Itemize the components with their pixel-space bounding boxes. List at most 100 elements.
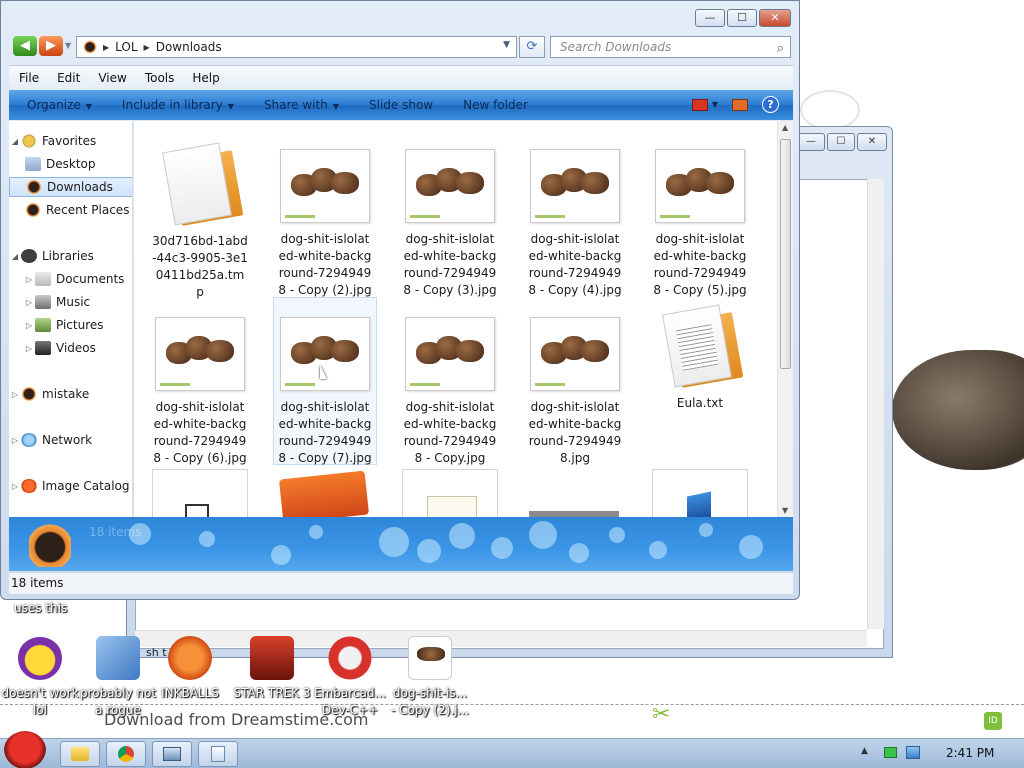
slide-show-button[interactable]: Slide show [369, 98, 433, 112]
file-item[interactable]: dog-shit-islolated-white-background-7294… [398, 141, 502, 309]
expand-icon[interactable]: ◢ [9, 252, 21, 261]
expand-icon[interactable]: ◢ [9, 137, 21, 146]
file-item-hovered[interactable]: dog-shit-islolated-white-background-7294… [273, 297, 377, 465]
back-minimize-button[interactable]: — [797, 133, 825, 151]
include-in-library-button[interactable]: Include in library ▼ [122, 98, 234, 112]
taskbar-notepad-button[interactable] [198, 741, 238, 767]
menu-file[interactable]: File [19, 71, 39, 85]
chevron-right-icon[interactable]: ▷ [23, 344, 35, 353]
chevron-right-icon[interactable]: ▷ [9, 436, 21, 445]
search-icon[interactable]: ⌕ [777, 39, 784, 59]
network-status-icon[interactable] [906, 746, 920, 759]
desktop-shortcut[interactable]: probably not a rogue [78, 636, 158, 719]
address-dropdown-icon[interactable]: ▼ [503, 40, 510, 50]
file-icon [687, 491, 711, 517]
menu-help[interactable]: Help [192, 71, 219, 85]
back-vertical-scrollbar[interactable] [867, 179, 884, 629]
file-item[interactable]: 30d716bd-1abd-44c3-9905-3e10411bd25a.tmp [148, 141, 252, 309]
desktop-shortcut[interactable]: dog-shit-is... - Copy (2).j... [390, 636, 470, 719]
maximize-button[interactable]: ☐ [727, 9, 757, 27]
file-item[interactable]: dog-shit-islolated-white-background-7294… [523, 141, 627, 309]
file-item[interactable]: dog-shit-islolated-white-background-7294… [648, 141, 752, 309]
address-bar[interactable]: ▶ LOL ▶ Downloads ▼ [76, 36, 517, 58]
organize-button[interactable]: Organize ▼ [27, 98, 92, 112]
battery-icon[interactable] [884, 747, 897, 758]
nav-desktop[interactable]: Desktop [9, 154, 132, 174]
nav-favorites[interactable]: ◢ Favorites [9, 131, 132, 151]
desktop-shortcut[interactable]: Embarcad... Dev-C++ [310, 636, 390, 719]
breadcrumb-downloads[interactable]: Downloads [156, 40, 222, 54]
nav-image-catalog[interactable]: ▷ Image Catalog [9, 476, 132, 496]
search-input[interactable] [560, 40, 765, 54]
nav-music[interactable]: ▷ Music [9, 292, 132, 312]
forward-button[interactable]: ▶ [39, 36, 63, 56]
clock[interactable]: 2:41 PM [946, 746, 994, 760]
chevron-right-icon[interactable]: ▷ [9, 482, 21, 491]
menu-tools[interactable]: Tools [145, 71, 175, 85]
change-view-button[interactable]: ▼ [691, 98, 718, 111]
file-item-partial[interactable] [652, 469, 748, 517]
minimize-button[interactable]: — [695, 9, 725, 27]
file-item-partial[interactable] [152, 469, 248, 517]
new-folder-button[interactable]: New folder [463, 98, 528, 112]
nav-pictures[interactable]: ▷ Pictures [9, 315, 132, 335]
nav-videos[interactable]: ▷ Videos [9, 338, 132, 358]
file-item[interactable]: dog-shit-islolated-white-background-7294… [523, 309, 627, 477]
scroll-down-icon[interactable]: ▼ [782, 506, 788, 515]
nav-network[interactable]: ▷ Network [9, 430, 132, 450]
taskbar-app-button[interactable] [152, 741, 192, 767]
folder-icon [71, 747, 89, 761]
image-thumbnail-icon [280, 317, 370, 391]
desktop-shortcut[interactable]: STAR TREK 3 [232, 636, 312, 702]
file-name: dog-shit-islolated-white-background-7294… [528, 232, 622, 297]
taskbar-chrome-button[interactable] [106, 741, 146, 767]
recent-pages-dropdown[interactable]: ▼ [65, 36, 75, 56]
file-item[interactable]: Eula.txt [648, 303, 752, 471]
scissors-icon: ✂ [652, 702, 671, 727]
breadcrumb-separator-icon[interactable]: ▶ [103, 43, 109, 52]
file-icon [427, 496, 477, 517]
file-item[interactable]: dog-shit-islolated-white-background-7294… [148, 309, 252, 477]
chevron-right-icon[interactable]: ▷ [9, 390, 21, 399]
taskbar-explorer-button[interactable] [60, 741, 100, 767]
scrollbar-thumb[interactable] [780, 139, 791, 369]
nav-libraries[interactable]: ◢ Libraries [9, 246, 132, 266]
scroll-up-icon[interactable]: ▲ [782, 123, 788, 132]
nav-mistake[interactable]: ▷ mistake [9, 384, 132, 404]
file-item-partial[interactable] [527, 469, 623, 517]
file-item[interactable]: dog-shit-islolated-white-background-7294… [398, 309, 502, 477]
chevron-right-icon[interactable]: ▷ [23, 275, 35, 284]
file-item-partial[interactable] [402, 469, 498, 517]
show-hidden-icons-icon[interactable]: ▲ [861, 746, 868, 756]
mistake-icon [21, 387, 37, 401]
share-with-button[interactable]: Share with ▼ [264, 98, 339, 112]
window-controls: — ☐ ✕ [695, 9, 791, 27]
search-box[interactable]: ⌕ [550, 36, 791, 58]
chevron-right-icon[interactable]: ▷ [23, 298, 35, 307]
desktop-shortcut[interactable]: INKBALLS [150, 636, 230, 702]
file-list-scrollbar[interactable]: ▲ ▼ [777, 121, 793, 517]
back-button[interactable]: ◀ [13, 36, 37, 56]
menu-edit[interactable]: Edit [57, 71, 80, 85]
back-close-button[interactable]: ✕ [857, 133, 887, 151]
window-icon [163, 747, 181, 761]
refresh-button[interactable]: ⟳ [519, 36, 545, 58]
desktop-shortcut[interactable]: doesn't work lol [0, 636, 80, 719]
menu-view[interactable]: View [98, 71, 126, 85]
recent-places-icon [25, 203, 41, 217]
breadcrumb-separator-icon[interactable]: ▶ [144, 43, 150, 52]
preview-pane-icon[interactable] [732, 98, 748, 111]
file-item[interactable]: dog-shit-islolated-white-background-7294… [273, 141, 377, 309]
chevron-right-icon[interactable]: ▷ [23, 321, 35, 330]
file-item-partial[interactable] [277, 469, 373, 517]
start-button[interactable] [4, 731, 46, 768]
nav-documents[interactable]: ▷ Documents [9, 269, 132, 289]
nav-recent-places[interactable]: Recent Places [9, 200, 132, 220]
close-button[interactable]: ✕ [759, 9, 791, 27]
breadcrumb-lol[interactable]: LOL [115, 40, 137, 54]
desktop-icon-label: uses this [14, 601, 68, 615]
image-thumbnail-icon [155, 317, 245, 391]
help-icon[interactable]: ? [762, 96, 779, 113]
back-maximize-button[interactable]: ☐ [827, 133, 855, 151]
nav-downloads[interactable]: Downloads [9, 177, 132, 197]
